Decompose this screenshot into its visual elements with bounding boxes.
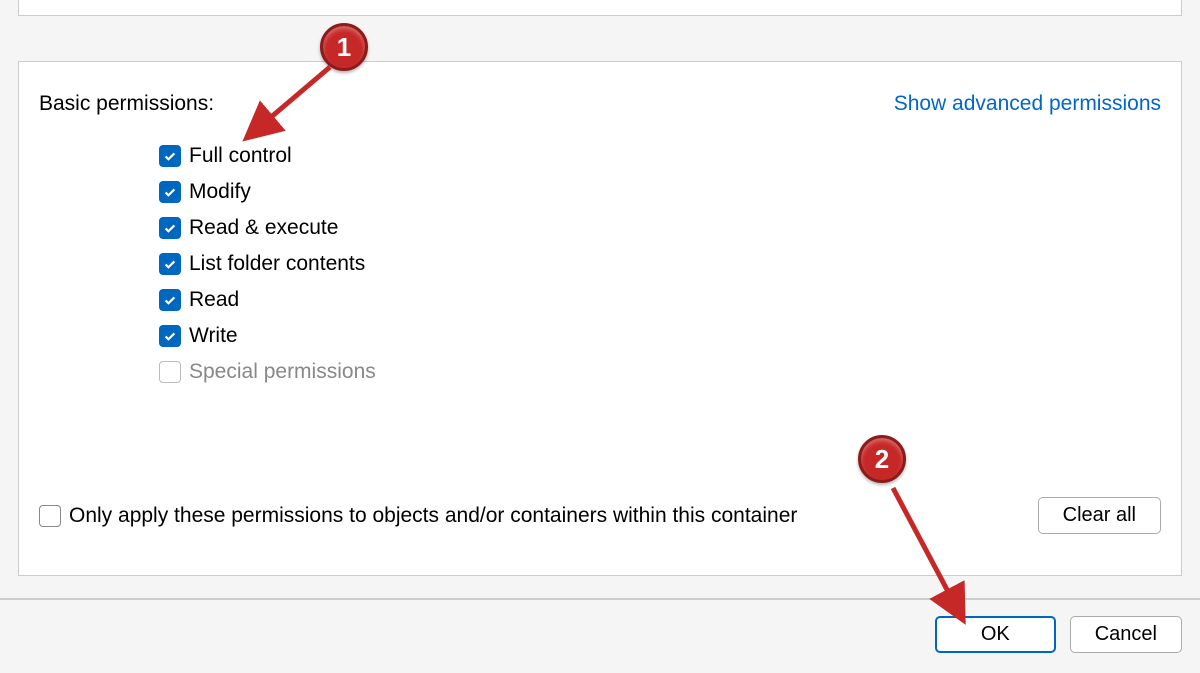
permission-label: Modify (189, 180, 251, 204)
permission-row-write[interactable]: Write (159, 324, 1161, 348)
permission-row-read-execute[interactable]: Read & execute (159, 216, 1161, 240)
permission-row-read[interactable]: Read (159, 288, 1161, 312)
basic-permissions-label: Basic permissions: (39, 92, 214, 116)
checkbox-list-folder[interactable] (159, 253, 181, 275)
check-icon (163, 221, 177, 235)
checkbox-modify[interactable] (159, 181, 181, 203)
checkbox-read-execute[interactable] (159, 217, 181, 239)
only-apply-label: Only apply these permissions to objects … (69, 504, 797, 528)
permission-label: Read & execute (189, 216, 338, 240)
permission-label: Read (189, 288, 239, 312)
checkbox-write[interactable] (159, 325, 181, 347)
only-apply-row[interactable]: Only apply these permissions to objects … (39, 504, 797, 528)
dialog-footer-buttons: OK Cancel (935, 616, 1182, 653)
permission-row-special: Special permissions (159, 360, 1161, 384)
checkbox-read[interactable] (159, 289, 181, 311)
permission-row-list-folder[interactable]: List folder contents (159, 252, 1161, 276)
permission-label: List folder contents (189, 252, 365, 276)
cancel-button[interactable]: Cancel (1070, 616, 1182, 653)
permission-row-modify[interactable]: Modify (159, 180, 1161, 204)
check-icon (163, 185, 177, 199)
checkbox-special (159, 361, 181, 383)
ok-button[interactable]: OK (935, 616, 1056, 653)
check-icon (163, 149, 177, 163)
checkbox-only-apply[interactable] (39, 505, 61, 527)
clear-all-button[interactable]: Clear all (1038, 497, 1161, 534)
check-icon (163, 329, 177, 343)
permission-label: Write (189, 324, 238, 348)
checkbox-full-control[interactable] (159, 145, 181, 167)
permission-row-full-control[interactable]: Full control (159, 144, 1161, 168)
permissions-list: Full control Modify Read & execute List … (159, 144, 1161, 384)
check-icon (163, 257, 177, 271)
check-icon (163, 293, 177, 307)
permission-label: Full control (189, 144, 292, 168)
annotation-badge-2: 2 (858, 435, 906, 483)
annotation-badge-1: 1 (320, 23, 368, 71)
basic-permissions-panel: Basic permissions: Show advanced permiss… (18, 61, 1182, 576)
footer-separator (0, 598, 1200, 600)
show-advanced-permissions-link[interactable]: Show advanced permissions (894, 92, 1161, 116)
upper-panel-edge (18, 0, 1182, 16)
permission-label: Special permissions (189, 360, 376, 384)
